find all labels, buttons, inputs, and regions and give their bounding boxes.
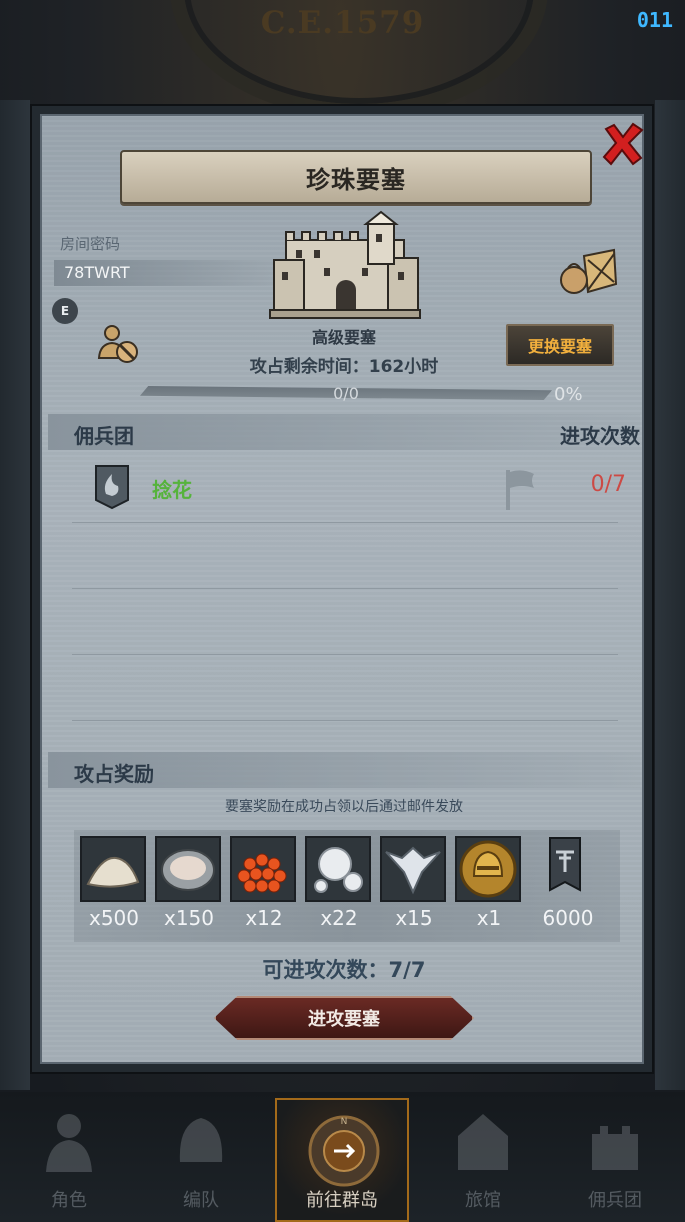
e-badge[interactable]: E	[52, 298, 78, 324]
fortress-icon	[269, 210, 421, 319]
reward-qty: x500	[88, 906, 139, 930]
supply-crate-icon[interactable]	[558, 246, 618, 296]
nav-item-mercenary[interactable]: 佣兵团	[560, 1106, 670, 1218]
character-icon	[46, 1114, 92, 1172]
reward-item-helmet-coin[interactable]: x1	[455, 836, 523, 940]
pearls-icon	[307, 838, 369, 900]
capture-timer: 攻占剩余时间：162小时	[249, 357, 439, 377]
guild-attack-count: 0/7	[590, 472, 626, 497]
era-label: C.E.1579	[260, 5, 425, 41]
divider	[72, 588, 618, 589]
reward-qty: 6000	[542, 906, 594, 930]
fish-roe-icon	[232, 838, 294, 900]
room-code-value[interactable]: 78TWRT	[54, 260, 294, 286]
reward-item-crest[interactable]: x15	[380, 836, 448, 940]
compass-icon: N	[308, 1115, 380, 1187]
reward-qty: x150	[163, 906, 214, 930]
nav-label: 前往群岛	[306, 1190, 378, 1211]
close-button[interactable]	[594, 116, 652, 172]
reward-qty: x12	[245, 906, 283, 930]
background-right-panel	[655, 100, 685, 1090]
flag-icon	[506, 470, 534, 510]
reward-item-roe[interactable]: x12	[230, 836, 298, 940]
remaining-attempts: 可进攻次数：7/7	[262, 958, 426, 982]
rewards-header-label: 攻占奖励	[74, 762, 154, 786]
modal-body: 珍珠要塞 房间密码 78TWRT E 高级要塞 更换要塞 攻占剩余时间：162小…	[40, 114, 644, 1064]
fortress-modal: 珍珠要塞 房间密码 78TWRT E 高级要塞 更换要塞 攻占剩余时间：162小…	[30, 104, 654, 1074]
capture-progress-percent: 0%	[554, 384, 583, 405]
close-icon	[602, 122, 644, 166]
reward-item-oyster[interactable]: x150	[155, 836, 223, 940]
modal-title: 珍珠要塞	[120, 150, 592, 204]
list-item[interactable]: 捻花 0/7	[48, 456, 640, 522]
formation-helmet-icon	[179, 1118, 223, 1162]
oyster-icon	[157, 838, 219, 900]
capture-progress-count: 0/0	[333, 384, 359, 403]
signal-indicator: 011	[636, 8, 673, 32]
divider	[72, 720, 618, 721]
reward-qty: x22	[320, 906, 358, 930]
attack-count-header-label: 进攻次数	[560, 424, 640, 448]
mercenary-section-header: 佣兵团 进攻次数	[48, 414, 640, 450]
divider	[72, 522, 618, 523]
nav-item-formation[interactable]: 编队	[146, 1106, 256, 1218]
mercenary-castle-icon	[592, 1126, 638, 1170]
rewards-section-header: 攻占奖励	[48, 752, 640, 788]
attack-fortress-button[interactable]: 进攻要塞	[214, 996, 474, 1040]
inn-building-icon	[458, 1114, 508, 1170]
nav-label: 角色	[51, 1190, 87, 1211]
guild-emblem-icon	[95, 465, 129, 510]
nav-item-inn[interactable]: 旅馆	[428, 1106, 538, 1218]
guild-banner-icon	[549, 837, 581, 892]
svg-text:N: N	[341, 1117, 348, 1127]
rewards-note: 要塞奖励在成功占领以后通过邮件发放	[225, 799, 463, 815]
rewards-list: x500 x150 x12 x22 x15 x1 6000	[74, 830, 620, 942]
reward-qty: x1	[476, 906, 502, 930]
divider	[72, 654, 618, 655]
nav-item-go-islands[interactable]: N 前往群岛	[275, 1098, 409, 1222]
reward-item-pearls[interactable]: x22	[305, 836, 373, 940]
mercenary-header-label: 佣兵团	[74, 424, 134, 448]
reward-item-guild-points[interactable]: 6000	[534, 836, 602, 940]
background-left-panel	[0, 100, 30, 1090]
nav-label: 编队	[183, 1190, 219, 1211]
room-code-label: 房间密码	[60, 235, 121, 253]
salt-pile-icon	[82, 838, 144, 900]
guild-name[interactable]: 捻花	[152, 474, 192, 503]
reward-item-salt[interactable]: x500	[80, 836, 148, 940]
nav-label: 旅馆	[465, 1190, 501, 1211]
reward-qty: x15	[395, 906, 433, 930]
golden-helmet-coin-icon	[457, 838, 519, 900]
winged-crest-icon	[382, 838, 444, 900]
nav-label: 佣兵团	[588, 1190, 642, 1211]
bottom-nav: 角色 编队 N 前往群岛 旅馆 佣兵团	[0, 1092, 685, 1222]
nav-item-character[interactable]: 角色	[14, 1106, 124, 1218]
